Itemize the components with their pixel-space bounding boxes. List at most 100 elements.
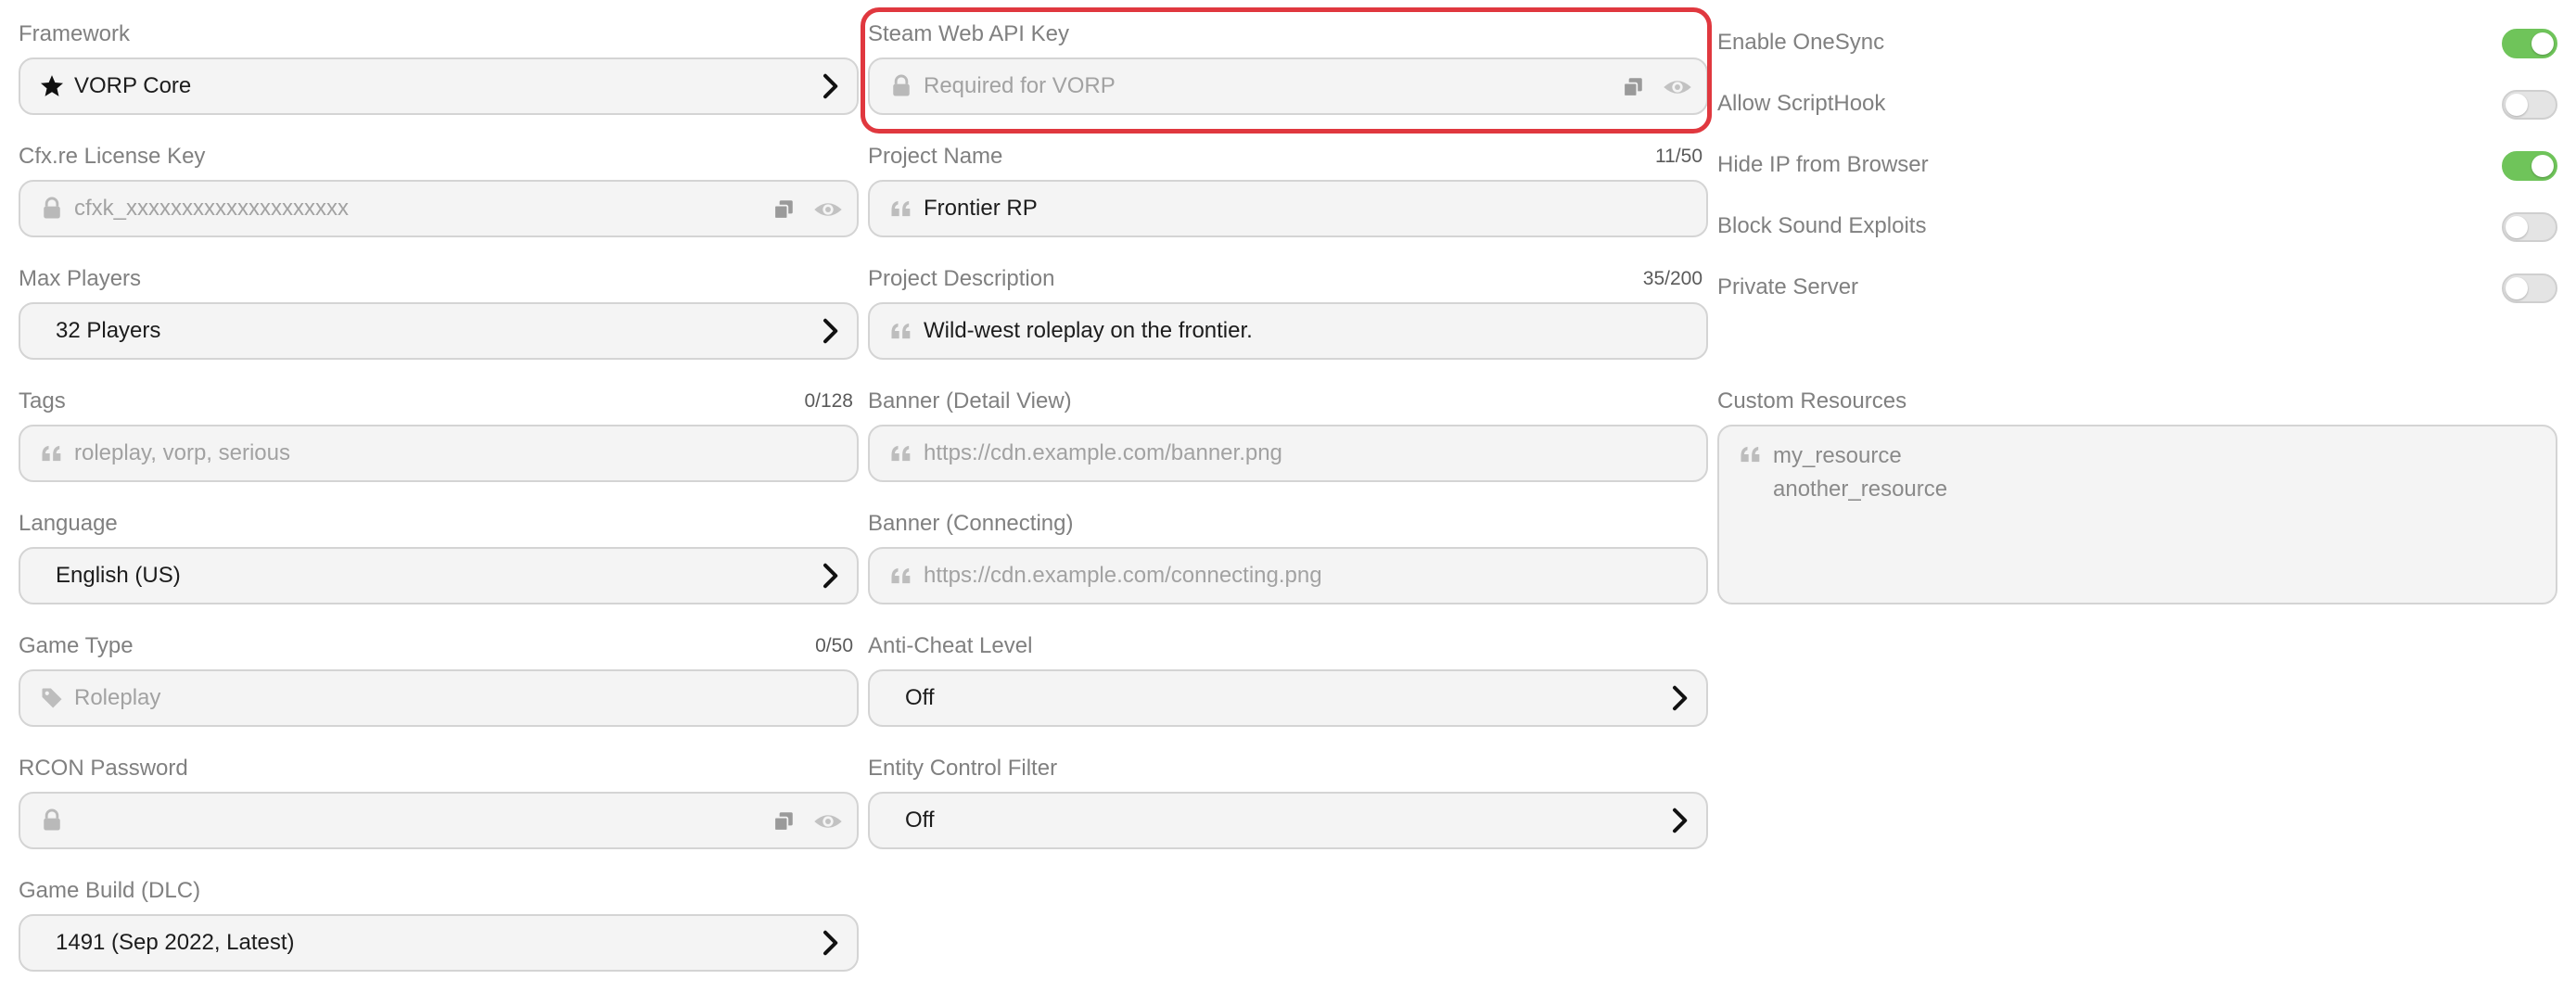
eye-icon[interactable] [1662,74,1693,100]
quote-icon [888,563,914,589]
game-build-select[interactable]: 1491 (Sep 2022, Latest) [19,914,859,972]
anti-cheat-label: Anti-Cheat Level [868,633,1033,658]
toggle-knob [2506,94,2528,116]
quote-icon [888,318,914,344]
project-description-input[interactable]: Wild-west roleplay on the frontier. [868,302,1708,360]
anti-cheat-select[interactable]: Off [868,669,1708,727]
banner-detail-input[interactable]: https://cdn.example.com/banner.png [868,425,1708,482]
license-key-label: Cfx.re License Key [19,144,206,169]
license-key-placeholder: cfxk_xxxxxxxxxxxxxxxxxxxx [74,196,350,221]
project-name-input[interactable]: Frontier RP [868,180,1708,237]
tags-char-count: 0/128 [804,390,853,412]
star-icon [39,73,65,99]
project-name-label: Project Name [868,144,1003,169]
lock-icon [39,808,65,833]
project-name-field: Project Name 11/50 Frontier RP [868,141,1708,263]
framework-value: VORP Core [74,73,192,98]
license-key-input[interactable]: cfxk_xxxxxxxxxxxxxxxxxxxx [19,180,859,237]
banner-detail-placeholder: https://cdn.example.com/banner.png [924,440,1282,465]
toggle-switch-hide-ip[interactable] [2502,151,2557,181]
toggle-knob [2531,32,2554,55]
banner-detail-label: Banner (Detail View) [868,388,1072,413]
eye-icon[interactable] [812,197,844,223]
banner-connecting-field: Banner (Connecting) https://cdn.example.… [868,508,1708,630]
custom-resources-textarea[interactable]: my_resource another_resource [1717,425,2557,604]
banner-connecting-input[interactable]: https://cdn.example.com/connecting.png [868,547,1708,604]
toggle-switch-block-sound[interactable] [2502,212,2557,242]
chevron-right-icon [816,562,844,590]
toggle-row-hide-ip: Hide IP from Browser [1717,146,2557,184]
lock-icon [888,73,914,99]
toggle-row-private-server: Private Server [1717,269,2557,306]
game-build-field: Game Build (DLC) 1491 (Sep 2022, Latest) [19,875,859,998]
eye-icon[interactable] [812,808,844,834]
toggle-switch-onesync[interactable] [2502,29,2557,58]
project-description-field: Project Description 35/200 Wild-west rol… [868,263,1708,386]
max-players-label: Max Players [19,266,142,291]
chevron-right-icon [816,317,844,345]
toggle-label-private-server: Private Server [1717,274,1859,299]
custom-resource-line: another_resource [1773,477,1948,502]
custom-resources-field: Custom Resources my_resource another_res… [1717,386,2557,608]
steam-api-key-label: Steam Web API Key [868,21,1069,46]
framework-select[interactable]: VORP Core [19,57,859,115]
rcon-password-input[interactable] [19,792,859,849]
project-description-value: Wild-west roleplay on the frontier. [924,318,1253,343]
entity-filter-field: Entity Control Filter Off [868,753,1708,875]
quote-icon [888,196,914,222]
toggle-row-block-sound: Block Sound Exploits [1717,208,2557,245]
rcon-password-field: RCON Password [19,753,859,875]
tags-placeholder: roleplay, vorp, serious [74,440,290,465]
entity-filter-value: Off [905,808,935,833]
chevron-right-icon [1665,807,1693,834]
custom-resources-lines: my_resource another_resource [1773,439,1947,506]
toggle-label-onesync: Enable OneSync [1717,30,1885,55]
anti-cheat-value: Off [905,685,935,710]
language-select[interactable]: English (US) [19,547,859,604]
chevron-right-icon [816,929,844,957]
quote-icon [39,440,65,466]
max-players-field: Max Players 32 Players [19,263,859,386]
chevron-right-icon [816,72,844,100]
project-description-label: Project Description [868,266,1055,291]
banner-connecting-label: Banner (Connecting) [868,511,1074,536]
framework-label: Framework [19,21,131,46]
chevron-right-icon [1665,684,1693,712]
project-name-char-count: 11/50 [1655,146,1702,167]
toggle-knob [2506,216,2528,238]
license-key-field: Cfx.re License Key cfxk_xxxxxxxxxxxxxxxx… [19,141,859,263]
language-field: Language English (US) [19,508,859,630]
toggle-label-block-sound: Block Sound Exploits [1717,213,1927,238]
tags-input[interactable]: roleplay, vorp, serious [19,425,859,482]
toggle-knob [2506,277,2528,299]
game-type-placeholder: Roleplay [74,685,161,710]
language-value: English (US) [56,563,181,588]
banner-detail-field: Banner (Detail View) https://cdn.example… [868,386,1708,508]
tags-label: Tags [19,388,66,413]
steam-api-key-placeholder: Required for VORP [924,73,1116,98]
framework-field: Framework VORP Core [19,19,859,141]
copy-icon[interactable] [772,197,796,222]
tag-icon [39,685,65,711]
game-type-label: Game Type [19,633,134,658]
steam-api-key-input[interactable]: Required for VORP [868,57,1708,115]
toggle-switch-private-server[interactable] [2502,274,2557,303]
toggle-label-scripthook: Allow ScriptHook [1717,91,1886,116]
toggle-switch-scripthook[interactable] [2502,90,2557,120]
tags-field: Tags 0/128 roleplay, vorp, serious [19,386,859,508]
toggle-row-onesync: Enable OneSync [1717,24,2557,61]
entity-filter-label: Entity Control Filter [868,756,1058,781]
project-name-value: Frontier RP [924,196,1038,221]
game-type-input[interactable]: Roleplay [19,669,859,727]
toggle-row-scripthook: Allow ScriptHook [1717,85,2557,122]
copy-icon[interactable] [1621,75,1645,99]
game-build-value: 1491 (Sep 2022, Latest) [56,930,295,955]
entity-filter-select[interactable]: Off [868,792,1708,849]
quote-icon [1738,441,1764,467]
server-settings-form: Framework VORP Core Cfx.re License Key c… [0,0,2576,1005]
game-build-label: Game Build (DLC) [19,878,201,903]
max-players-value: 32 Players [56,318,161,343]
max-players-select[interactable]: 32 Players [19,302,859,360]
game-type-char-count: 0/50 [815,635,853,656]
copy-icon[interactable] [772,809,796,833]
